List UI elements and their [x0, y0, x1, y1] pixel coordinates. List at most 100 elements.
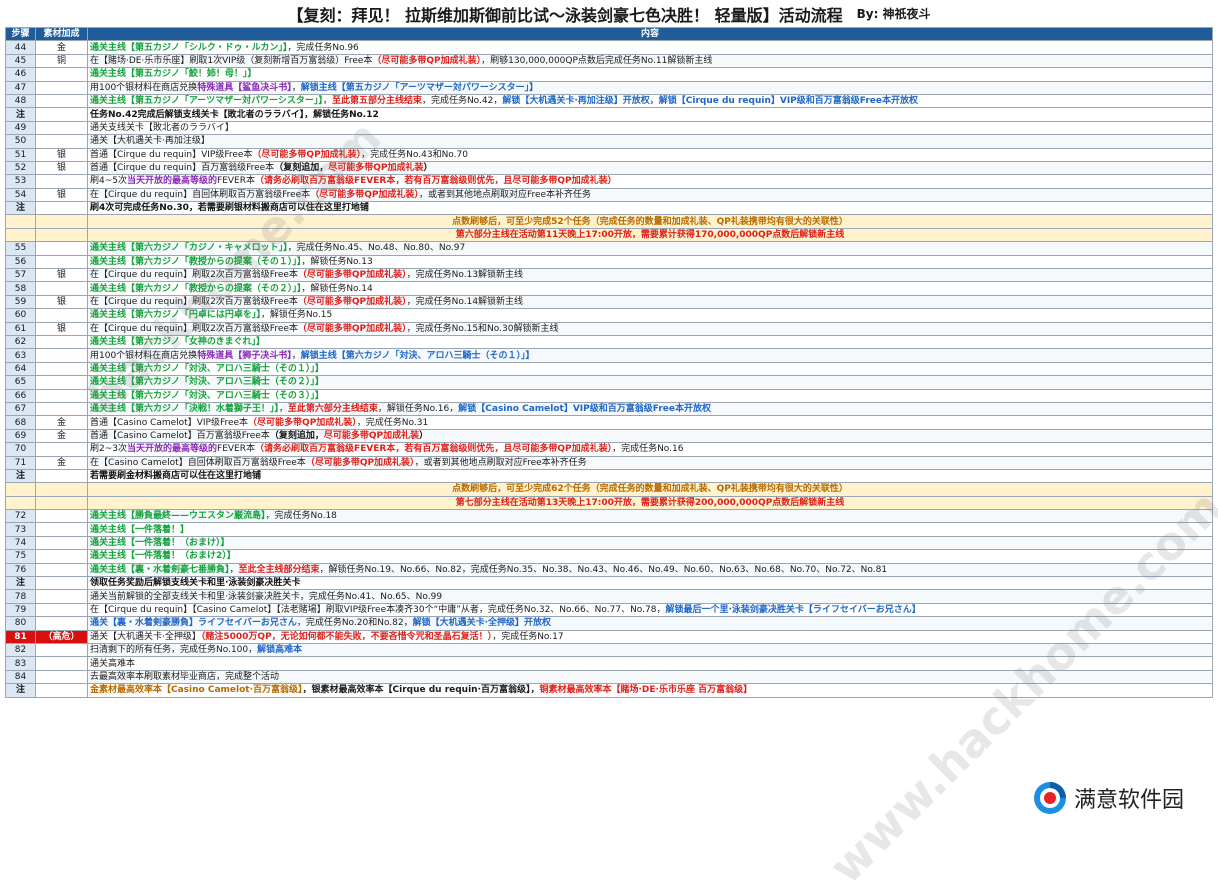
page-title: 【复刻：拜见！ 拉斯维加斯御前比试～泳装剑豪七色决胜！ 轻量版】活动流程 [287, 5, 843, 25]
content-segment: 通关主线【第五カジノ「アーツマザー対パワーシスター」】 [90, 96, 323, 107]
material-cell [35, 589, 88, 604]
step-cell: 50 [5, 134, 36, 149]
table-row: 44 金通关主线【第五カジノ「シルク・ドゥ・ルカン」】，完成任务No.96 [5, 40, 1213, 55]
content-segment: 在【Casino Camelot】自回体刷取百万富翁级Free本 [90, 457, 306, 468]
content-segment: ，完成任务No.45、No.48、No.80、No.97 [287, 243, 466, 254]
content-segment: 至此第六部分主线结束 [287, 404, 378, 415]
material-cell [35, 308, 88, 323]
content-cell: 通关主线【一件落着！（おまけ2）】 [87, 549, 1213, 564]
content-cell: 首通【Cirque du requin】VIP级Free本（尽可能多带QP加成礼… [87, 147, 1213, 162]
material-cell [35, 683, 88, 698]
material-cell: 银 [35, 268, 88, 283]
material-cell [35, 535, 88, 551]
material-cell [35, 656, 88, 671]
table-body: 44 金通关主线【第五カジノ「シルク・ドゥ・ルカン」】，完成任务No.96 45 铜在… [5, 40, 1213, 698]
content-segment: （尽可能多带QP加成礼装） [372, 55, 482, 66]
content-segment: 刷2~3次 [90, 444, 127, 455]
material-cell: 银 [35, 321, 88, 336]
content-segment: 解锁主线【第六カジノ「対決、アロハ三騎士（その１）」】 [300, 350, 535, 361]
content-cell: 在【Cirque du requin】刷取2次百万富翁级Free本（尽可能多带Q… [87, 294, 1213, 310]
content-cell: 通关主线【第六カジノ「対決、アロハ三騎士（その１）」】 [87, 361, 1213, 377]
content-segment: （复刻追加， [269, 430, 324, 441]
content-segment: 通关【大机遇关卡·再加注级】 [90, 136, 210, 147]
content-segment: 至此全主线部分结束 [238, 564, 320, 575]
material-cell [35, 576, 88, 591]
content-cell: 在【Casino Camelot】自回体刷取百万富翁级Free本（尽可能多带QP… [87, 455, 1213, 470]
table-row: 68 金首通【Casino Camelot】VIP级Free本（尽可能多带QP加成… [5, 415, 1213, 430]
content-segment: ，或者到其他地点刷取对应Free本补齐任务 [414, 457, 587, 468]
content-segment: （尽可能多带QP加成礼装） [305, 457, 415, 468]
material-cell [35, 616, 88, 631]
content-segment: （尽可能多带QP加成礼装） [297, 297, 407, 307]
content-segment: 解锁【Casino Camelot】VIP级和百万富翁级Free本开放权 [458, 404, 711, 415]
step-cell: 55 [5, 241, 36, 256]
table-row: 76 通关主线【裏・水着剣豪七番勝負】，至此全主线部分结束，解锁任务No.19、N… [5, 562, 1213, 578]
content-segment: ，完成任务No.15和No.30解锁新主线 [406, 323, 559, 334]
step-cell: 53 [5, 174, 36, 189]
content-segment: 领取任务奖励后解锁支线关卡和里·泳装剑豪决胜关卡 [90, 578, 301, 589]
step-cell: 59 [5, 294, 36, 310]
material-cell: 铜 [35, 53, 88, 69]
step-cell: 58 [5, 281, 36, 296]
page-title-bar: 【复刻：拜见！ 拉斯维加斯御前比试～泳装剑豪七色决胜！ 轻量版】活动流程 By:… [0, 0, 1218, 27]
material-cell [35, 348, 88, 363]
content-segment: ，刷够130,000,000QP点数后完成任务No.11解锁新主线 [481, 55, 713, 66]
content-cell: 通关当前解锁的全部支线关卡和里·泳装剑豪决胜关卡，完成任务No.41、No.65… [87, 589, 1213, 604]
table-row: 70 刷2~3次当天开放的最高等级的FEVER本（请务必刷取百万富翁级FEVER本… [5, 442, 1213, 457]
content-segment: 首通【Cirque du requin】百万富翁级Free本 [90, 163, 275, 174]
table-row: 66 通关主线【第六カジノ「対決、アロハ三騎士（その３）」】 [5, 388, 1213, 403]
content-segment: ，解锁任务No.14 [301, 283, 373, 294]
table-row: 52 银首通【Cirque du requin】百万富翁级Free本（复刻追加，尽… [5, 160, 1213, 176]
content-segment: 通关【裏・水着剣豪勝負】ライフセイバーお兄さん [90, 618, 297, 629]
table-row: 46 通关主线【第五カジノ「鮫！姉！母！」】 [5, 67, 1213, 82]
step-cell [5, 214, 36, 229]
content-segment: ，银素材最高效率本【Cirque du requin·百万富翁级】， [302, 685, 540, 696]
content-segment: 通关主线【一件落着！（おまけ）】 [90, 538, 230, 549]
material-cell [35, 509, 88, 524]
content-segment: ， [229, 564, 239, 575]
content-segment: （尽可能多带QP加成礼装） [297, 323, 407, 334]
content-segment: 特殊道具【鲨鱼决斗书】 [197, 82, 292, 93]
content-segment: 用100个银材料在商店兑换 [90, 350, 198, 361]
table-row: 48 通关主线【第五カジノ「アーツマザー対パワーシスター」】，至此第五部分主线结束… [5, 93, 1213, 109]
content-segment: FEVER本 [217, 176, 255, 187]
content-cell: 在【Cirque du requin】刷取2次百万富翁级Free本（尽可能多带Q… [87, 268, 1213, 283]
content-segment: 通关高难本 [90, 658, 136, 669]
banner-row: 点数刷够后，可至少完成62个任务（完成任务的数量和加成礼装、QP礼装携带均有很大… [5, 482, 1213, 497]
content-segment: ，解锁任务No.19、No.66、No.82，完成任务No.35、No.38、N… [319, 564, 888, 575]
material-cell: 金 [35, 428, 88, 444]
step-cell: 注 [5, 683, 36, 698]
content-cell: 通关【大机遇关卡·再加注级】 [87, 134, 1213, 149]
step-cell: 46 [5, 67, 36, 82]
step-cell: 73 [5, 522, 36, 537]
content-cell: 在【Cirque du requin】刷取2次百万富翁级Free本（尽可能多带Q… [87, 321, 1213, 336]
material-cell [35, 468, 88, 484]
content-segment: 刷4次可完成任务No.30，若需要刷银材料搬商店可以住在这里打地铺 [90, 203, 369, 214]
content-segment: ，解锁任务No.16， [377, 404, 459, 415]
content-segment: 特殊道具【狮子决斗书】 [197, 350, 292, 361]
content-segment: ， [322, 96, 332, 107]
step-cell: 63 [5, 348, 36, 363]
content-segment: 通关主线【第五カジノ「鮫！姉！母！」】 [90, 69, 257, 80]
step-cell: 79 [5, 602, 36, 618]
note-row: 注 金素材最高效率本【Casino Camelot·百万富翁级】，银素材最高效率本… [5, 683, 1213, 698]
table-row: 55 通关主线【第六カジノ「カジノ・キャメロット」】，完成任务No.45、No.4… [5, 241, 1213, 256]
step-cell: 78 [5, 589, 36, 604]
step-cell: 66 [5, 388, 36, 403]
note-row: 注 任务No.42完成后解锁支线关卡【敗北者のララバイ】，解锁任务No.12 [5, 107, 1213, 122]
content-segment: 用100个银材料在商店兑换 [90, 82, 198, 93]
content-segment: 铜素材最高效率本【賭场·DE·乐市乐座 百万富翁级】 [539, 685, 753, 696]
content-cell: 首通【Casino Camelot】百万富翁级Free本（复刻追加，尽可能多带Q… [87, 428, 1213, 444]
content-segment: 解锁最后一个里·泳装剑豪决胜关卡【ライフセイバーお兄さん】 [665, 604, 921, 615]
content-cell: 通关主线【第五カジノ「シルク・ドゥ・ルカン」】，完成任务No.96 [87, 40, 1213, 55]
content-cell: 去最高效率本刷取素材毕业商店，完成整个活动 [87, 669, 1213, 685]
material-cell [35, 174, 88, 189]
content-segment: 通关主线【第六カジノ「対決、アロハ三騎士（その２）」】 [90, 377, 324, 388]
material-cell [35, 522, 88, 537]
content-segment: 尽可能多带QP加成礼装 [323, 430, 420, 441]
step-cell: 69 [5, 428, 36, 444]
table-row: 78 通关当前解锁的全部支线关卡和里·泳装剑豪决胜关卡，完成任务No.41、No.… [5, 589, 1213, 604]
content-segment: ，解锁任务No.13 [301, 256, 373, 267]
material-cell [35, 442, 88, 457]
step-cell: 56 [5, 254, 36, 270]
